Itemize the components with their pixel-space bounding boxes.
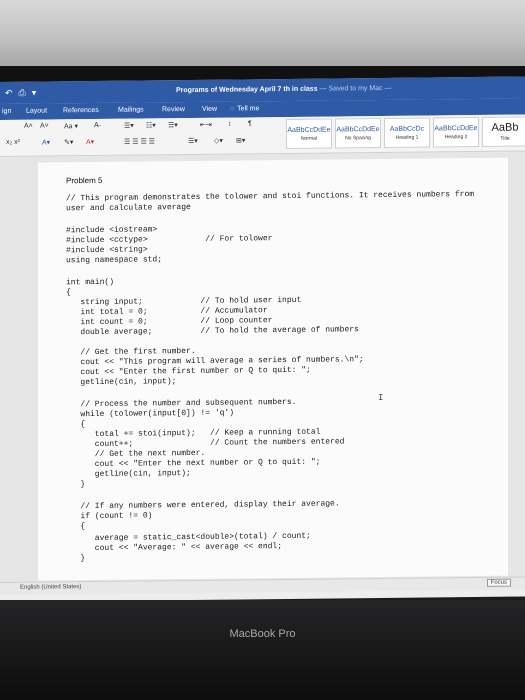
indent-icon[interactable]: ⇤⇥: [200, 121, 212, 129]
text-cursor-icon: I: [378, 392, 384, 404]
code-line: // If any numbers were entered, display …: [66, 499, 340, 512]
grow-font-button[interactable]: A˄: [24, 123, 33, 130]
font-color-icon[interactable]: A▾: [86, 138, 94, 146]
save-status: — Saved to my Mac —: [319, 84, 392, 93]
code-line: cout << "Enter the first number or Q to …: [66, 365, 311, 378]
tell-me-search[interactable]: ◌ Tell me: [230, 105, 259, 112]
tab-view[interactable]: View: [202, 106, 217, 113]
code-line: int main(): [66, 277, 115, 288]
code-line: }: [66, 480, 86, 490]
change-case-button[interactable]: Aa ▾: [64, 122, 78, 130]
style-no-spacing[interactable]: AaBbCcDdEe No Spacing: [335, 118, 381, 149]
style-gallery: AaBbCcDdEe Normal AaBbCcDdEe No Spacing …: [286, 116, 525, 150]
focus-button[interactable]: Focus: [486, 578, 511, 587]
sort-icon[interactable]: ↕: [228, 121, 232, 128]
code-line: // This program demonstrates the tolower…: [66, 190, 475, 204]
tab-design[interactable]: ign: [2, 108, 11, 115]
code-line: double average; // To hold the average o…: [66, 325, 359, 338]
code-line: getline(cin, input);: [66, 377, 177, 388]
device-label: MacBook Pro: [229, 628, 296, 640]
style-heading-1[interactable]: AaBbCcDc Heading 1: [384, 117, 430, 148]
code-line: {: [66, 420, 86, 430]
word-window: ↶ ⎙ ▾ Programs of Wednesday April 7 th i…: [0, 76, 525, 602]
tab-references[interactable]: References: [63, 107, 99, 114]
tab-mailings[interactable]: Mailings: [118, 106, 144, 113]
style-name: Heading 2: [444, 133, 468, 140]
language-indicator[interactable]: English (United States): [20, 584, 81, 591]
code-line: user and calculate average: [66, 203, 191, 214]
document-page[interactable]: Problem 5 // This program demonstrates t…: [38, 157, 508, 581]
bullets-icon[interactable]: ☰▾: [124, 122, 134, 130]
code-line: {: [66, 522, 86, 532]
style-title[interactable]: AaBb Title: [482, 116, 525, 147]
style-sample: AaBbCcDdEe: [287, 126, 331, 134]
quick-access-toolbar: ↶ ⎙ ▾: [5, 88, 36, 99]
code-line: while (tolower(input[0]) != 'q'): [66, 408, 235, 420]
code-line: }: [66, 554, 86, 564]
lightbulb-icon: ◌: [230, 105, 235, 113]
highlight-icon[interactable]: ✎▾: [64, 138, 73, 146]
undo-icon[interactable]: ↶: [5, 88, 13, 99]
style-name: Normal: [300, 135, 318, 142]
style-sample: AaBbCcDdEe: [434, 124, 478, 132]
borders-icon[interactable]: ⊞▾: [236, 136, 245, 144]
shrink-font-button[interactable]: A˅: [40, 122, 49, 129]
code-line: {: [66, 288, 71, 298]
style-name: No Spacing: [345, 134, 371, 141]
shading-icon[interactable]: ◇▾: [214, 137, 223, 145]
code-line: using namespace std;: [66, 255, 163, 266]
numbering-icon[interactable]: ☷▾: [146, 121, 156, 129]
pilcrow-icon[interactable]: ¶: [248, 120, 252, 127]
home-ribbon: A˄ A˅ Aa ▾ A̶ ☰▾ ☷▾ ☰▾ ⇤⇥ ↕ ¶ x₂ x² A▾ ✎…: [0, 114, 525, 157]
clear-formatting-button[interactable]: A̶: [94, 122, 99, 129]
style-normal[interactable]: AaBbCcDdEe Normal: [286, 118, 332, 150]
tab-review[interactable]: Review: [162, 106, 185, 113]
code-line: if (count != 0): [66, 511, 153, 522]
code-line: cout << "Average: " << average << endl;: [66, 542, 283, 554]
code-line: #include <cctype> // For tolower: [66, 234, 273, 246]
laptop-bezel: [0, 600, 525, 700]
document-title-text: Programs of Wednesday April 7 th in clas…: [176, 85, 318, 95]
document-title: Programs of Wednesday April 7 th in clas…: [176, 85, 392, 94]
subscript-icon[interactable]: x₂ x²: [6, 139, 20, 146]
problem-heading: Problem 5: [66, 175, 103, 186]
print-icon[interactable]: ⎙: [19, 88, 26, 99]
code-line: cout << "Enter the next number or Q to q…: [66, 457, 321, 470]
document-canvas: Problem 5 // This program demonstrates t…: [0, 151, 525, 582]
tab-layout[interactable]: Layout: [26, 108, 47, 115]
code-line: getline(cin, input);: [66, 469, 191, 480]
style-sample: AaBbCcDdEe: [336, 125, 380, 133]
align-icons[interactable]: ☰ ☰ ☰ ☰: [124, 137, 155, 145]
tell-me-label: Tell me: [237, 105, 260, 113]
customize-toolbar-icon[interactable]: ▾: [32, 88, 37, 99]
style-sample: AaBbCcDc: [389, 125, 425, 133]
style-name: Title: [500, 135, 510, 142]
text-effects-icon[interactable]: A▾: [42, 138, 50, 146]
style-heading-2[interactable]: AaBbCcDdEe Heading 2: [433, 116, 479, 148]
style-name: Heading 1: [395, 134, 419, 141]
style-sample: AaBb: [491, 121, 519, 134]
line-spacing-icon[interactable]: ☰▾: [188, 137, 198, 145]
multilevel-list-icon[interactable]: ☰▾: [168, 121, 178, 129]
